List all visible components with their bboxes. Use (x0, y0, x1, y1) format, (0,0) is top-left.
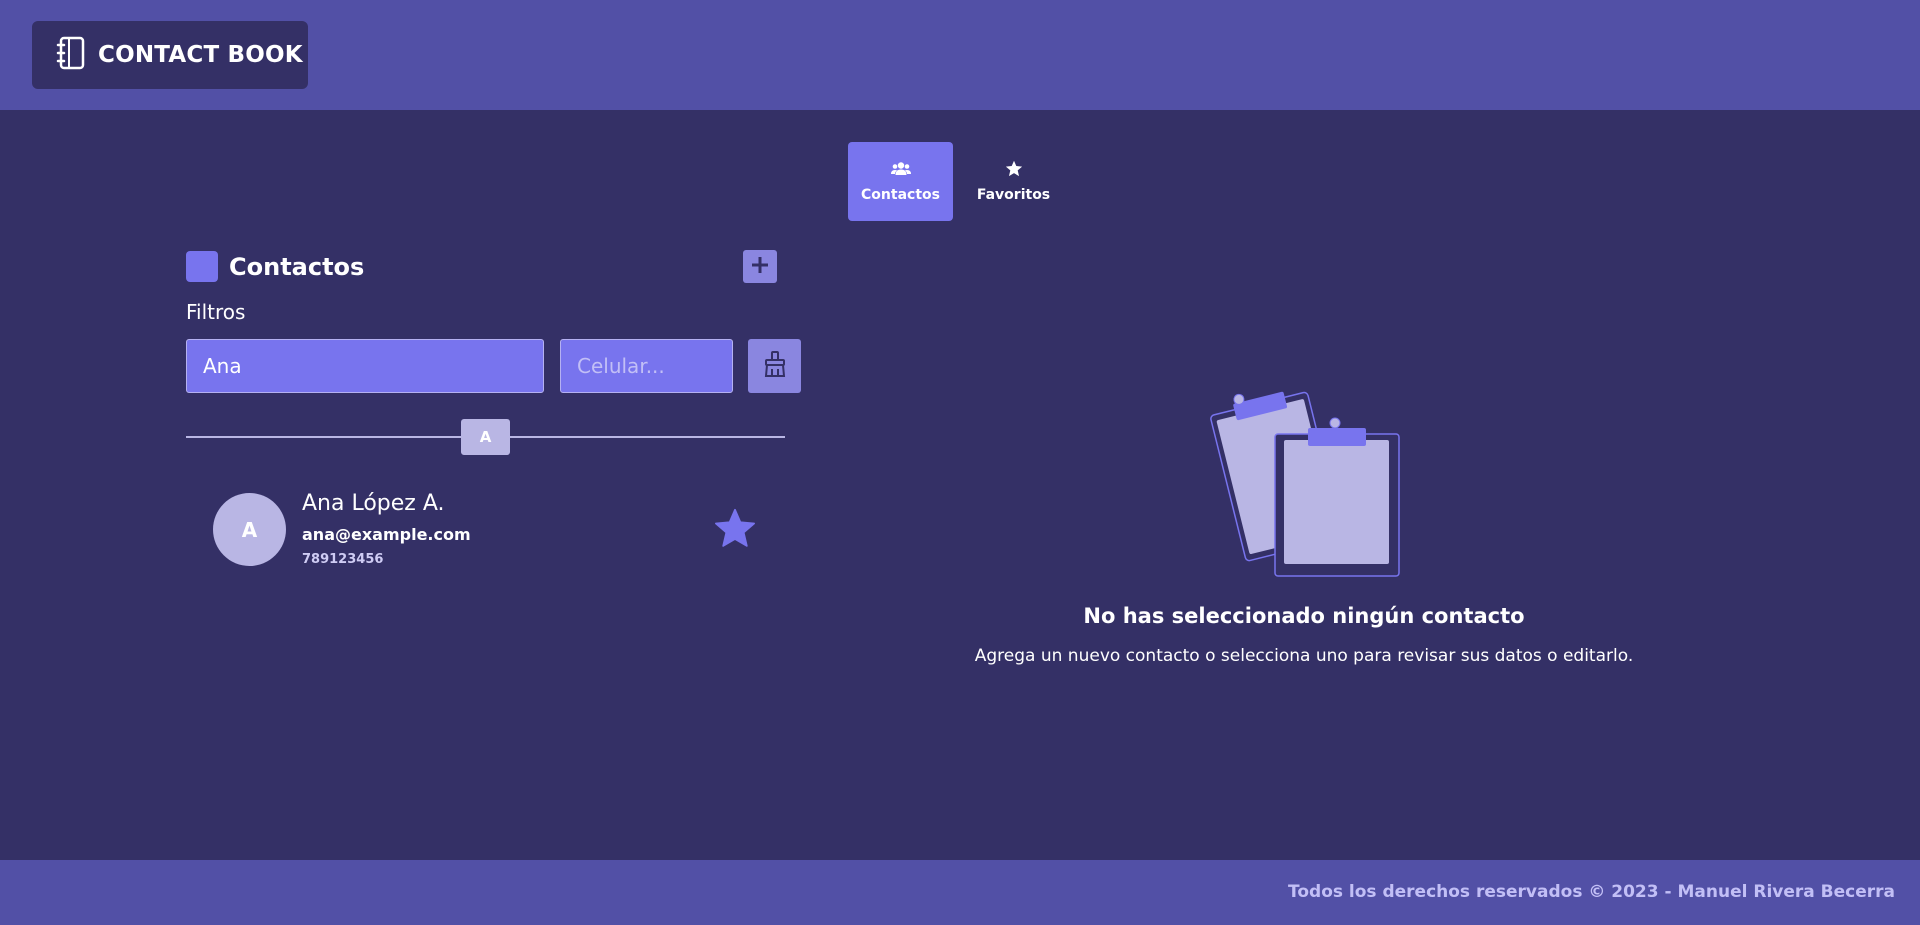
tab-contactos[interactable]: Contactos (848, 142, 953, 221)
panel-title-text: Contactos (229, 252, 365, 281)
group-letter-badge: A (461, 419, 510, 455)
tab-label: Contactos (861, 186, 940, 203)
footer: Todos los derechos reservados © 2023 - M… (0, 860, 1920, 925)
empty-state-subtitle: Agrega un nuevo contacto o selecciona un… (974, 646, 1634, 666)
empty-state-title: No has seleccionado ningún contacto (1083, 604, 1525, 628)
top-bar: CONTACT BOOK (0, 0, 1920, 110)
tab-bar: Contactos Favoritos (848, 142, 1066, 221)
avatar: A (213, 493, 286, 566)
title-square-icon (186, 251, 218, 282)
clear-filters-button[interactable] (748, 339, 801, 393)
notebook-icon (56, 36, 86, 74)
tab-label: Favoritos (976, 187, 1051, 203)
favorite-star-icon[interactable] (714, 508, 756, 552)
tab-favoritos[interactable]: Favoritos (961, 142, 1066, 221)
phone-filter-input[interactable] (560, 339, 733, 393)
contact-email: ana@example.com (302, 525, 471, 544)
filters-label: Filtros (186, 300, 246, 324)
users-icon (890, 161, 911, 181)
contact-name: Ana López A. (302, 491, 445, 516)
brand-title: CONTACT BOOK (98, 42, 303, 68)
broom-icon (763, 351, 787, 381)
footer-copyright: Todos los derechos reservados © 2023 - M… (1288, 882, 1895, 902)
panel-title: Contactos (186, 251, 364, 282)
brand[interactable]: CONTACT BOOK (32, 21, 308, 89)
name-filter-input[interactable] (186, 339, 544, 393)
add-contact-button[interactable] (743, 250, 777, 283)
contact-list-item[interactable]: A Ana López A. ana@example.com 789123456 (186, 480, 785, 578)
plus-icon (751, 256, 769, 278)
star-icon (1005, 160, 1023, 181)
clipboards-icon (1205, 388, 1405, 582)
contact-phone: 789123456 (302, 552, 384, 567)
